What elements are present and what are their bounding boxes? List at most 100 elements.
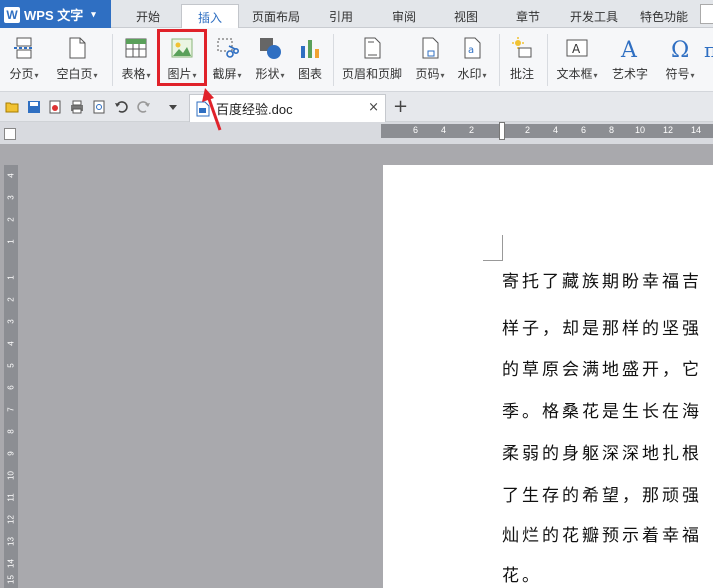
- ruler-tick: 13: [6, 537, 16, 546]
- scissors-icon: [214, 35, 240, 61]
- header-footer-icon: [359, 35, 385, 61]
- ruler-tick: 12: [663, 125, 674, 135]
- dropdown-arrow-icon: ▾: [482, 71, 487, 80]
- svg-text:A: A: [620, 38, 638, 60]
- ruler-tick: 2: [525, 125, 531, 135]
- textbox-label: 文本框: [556, 67, 593, 81]
- ruler-tick: 9: [6, 451, 16, 456]
- ruler-tick: 8: [6, 429, 16, 434]
- page-number-button[interactable]: 页码▾: [410, 28, 450, 90]
- undo-icon[interactable]: [114, 100, 128, 114]
- app-name: WPS 文字: [24, 8, 84, 23]
- export-pdf-icon[interactable]: [48, 100, 62, 114]
- ruler-tick: 3: [6, 195, 16, 200]
- print-preview-icon[interactable]: [92, 100, 106, 114]
- dropdown-arrow-icon: ▾: [237, 71, 242, 80]
- svg-text:Ω: Ω: [671, 38, 689, 60]
- ruler-tick: 15: [6, 575, 16, 584]
- page-break-button[interactable]: 分页▾: [6, 28, 42, 90]
- comment-icon: [509, 35, 535, 61]
- shapes-button[interactable]: 形状▾: [250, 28, 290, 90]
- tab-references[interactable]: 引用: [318, 4, 364, 28]
- svg-text:π: π: [704, 38, 713, 60]
- save-icon[interactable]: [27, 100, 41, 114]
- dropdown-arrow-icon: ▾: [146, 71, 151, 80]
- annotation-arrow-icon: [202, 88, 222, 131]
- horizontal-ruler[interactable]: 6 4 2 2 4 6 8 10 12 14: [381, 122, 713, 140]
- watermark-icon: a: [459, 35, 485, 61]
- close-tab-icon[interactable]: ×: [368, 100, 379, 115]
- document-text-line[interactable]: 样子，却是那样的坚强: [502, 314, 702, 339]
- document-text-line[interactable]: 了生存的希望，那顽强: [502, 481, 702, 506]
- ruler-tick: 10: [635, 125, 646, 135]
- tab-developer[interactable]: 开发工具: [564, 4, 624, 28]
- ruler-tick: 3: [6, 319, 16, 324]
- tab-chapter[interactable]: 章节: [505, 4, 551, 28]
- tab-home[interactable]: 开始: [124, 4, 172, 28]
- omega-icon: Ω: [667, 35, 693, 61]
- ruler-tick: 4: [6, 173, 16, 178]
- open-icon[interactable]: [5, 100, 19, 114]
- document-text-line[interactable]: 灿烂的花瓣预示着幸福: [502, 521, 702, 546]
- document-text-line[interactable]: 寄托了藏族期盼幸福吉: [502, 267, 702, 292]
- header-footer-button[interactable]: 页眉和页脚: [338, 28, 406, 90]
- new-tab-button[interactable]: +: [393, 96, 408, 117]
- ruler-tick: 6: [6, 385, 16, 390]
- table-label: 表格: [121, 67, 146, 81]
- document-page[interactable]: 寄托了藏族期盼幸福吉 样子，却是那样的坚强 的草原会满地盛开，它 季。格桑花是生…: [383, 165, 713, 588]
- svg-text:A: A: [572, 42, 581, 56]
- formula-icon: π: [697, 35, 713, 61]
- indent-marker[interactable]: [499, 122, 505, 140]
- formula-button[interactable]: π: [704, 28, 713, 90]
- ruler-tick: 14: [6, 559, 16, 568]
- table-icon: [123, 35, 149, 61]
- blank-page-button[interactable]: 空白页▾: [50, 28, 104, 90]
- comment-button[interactable]: 批注: [504, 28, 540, 90]
- tab-insert[interactable]: 插入: [181, 4, 239, 29]
- tab-view[interactable]: 视图: [443, 4, 489, 28]
- document-text-line[interactable]: 的草原会满地盛开，它: [502, 355, 702, 380]
- document-text-line[interactable]: 花。: [502, 561, 542, 586]
- vertical-ruler[interactable]: 4 3 2 1 1 2 3 4 5 6 7 8 9 10 11 12 13 14…: [4, 165, 18, 588]
- page-break-label: 分页: [9, 67, 34, 81]
- table-button[interactable]: 表格▾: [116, 28, 156, 90]
- tab-features[interactable]: 特色功能: [634, 4, 694, 28]
- screenshot-button[interactable]: 截屏▾: [206, 28, 248, 90]
- textbox-button[interactable]: A 文本框▾: [552, 28, 602, 90]
- symbol-button[interactable]: Ω 符号▾: [660, 28, 700, 90]
- margin-corner-mark: [483, 235, 503, 261]
- document-text-line[interactable]: 柔弱的身躯深深地扎根: [502, 439, 702, 464]
- ruler-tick: 2: [469, 125, 475, 135]
- ribbon: 分页▾ 空白页▾ 表格▾ 图片▾ 截屏▾ 形状▾ 图表 页眉和页脚 页码▾ a …: [0, 28, 713, 92]
- customize-dropdown-icon[interactable]: [166, 100, 180, 114]
- ruler-tick: 11: [6, 493, 16, 502]
- tab-page-layout[interactable]: 页面布局: [244, 4, 308, 28]
- tab-review[interactable]: 审阅: [381, 4, 427, 28]
- ruler-tick: 2: [6, 297, 16, 302]
- blank-page-icon: [64, 35, 90, 61]
- redo-icon[interactable]: [137, 100, 151, 114]
- ribbon-toggle-button[interactable]: [700, 4, 713, 24]
- dropdown-arrow-icon: ▾: [93, 71, 98, 80]
- wordart-label: 艺术字: [611, 67, 648, 81]
- watermark-label: 水印: [457, 67, 482, 81]
- ruler-tick: 6: [413, 125, 419, 135]
- screenshot-label: 截屏: [212, 67, 237, 81]
- document-text-line[interactable]: 季。格桑花是生长在海: [502, 397, 702, 422]
- print-icon[interactable]: [70, 100, 84, 114]
- chevron-down-icon: ▾: [91, 9, 96, 19]
- app-menu-button[interactable]: W WPS 文字 ▾: [0, 0, 111, 29]
- dropdown-arrow-icon: ▾: [593, 71, 598, 80]
- chart-button[interactable]: 图表: [294, 28, 326, 90]
- dropdown-arrow-icon: ▾: [440, 71, 445, 80]
- svg-text:a: a: [468, 45, 474, 56]
- ribbon-separator: [499, 34, 500, 86]
- ruler-tick: 14: [691, 125, 702, 135]
- dropdown-arrow-icon: ▾: [34, 71, 39, 80]
- watermark-button[interactable]: a 水印▾: [452, 28, 492, 90]
- wordart-button[interactable]: A 艺术字: [608, 28, 652, 90]
- symbol-label: 符号: [665, 67, 690, 81]
- textbox-icon: A: [564, 35, 590, 61]
- tab-stop-selector[interactable]: [4, 128, 16, 140]
- page-break-icon: [11, 35, 37, 61]
